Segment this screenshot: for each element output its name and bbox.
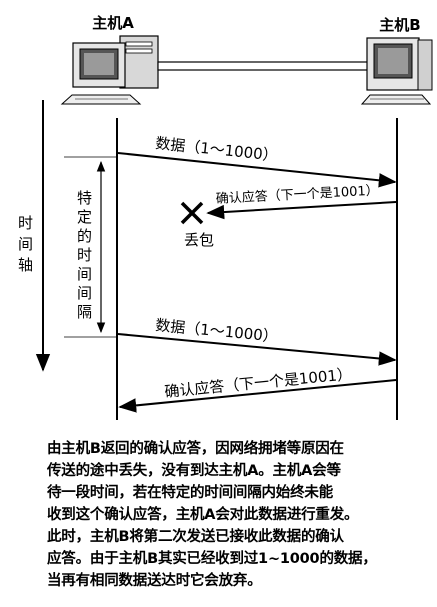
interval-label: 特 定 的 时 间 间 隔 [77,189,92,321]
svg-text:定: 定 [77,208,92,226]
svg-text:间: 间 [18,235,33,253]
host-a-label: 主机A [92,14,134,32]
caption-line: 传送的途中丢失，没有到达主机A。主机A会等 [47,463,341,479]
svg-text:的: 的 [77,227,92,245]
data-label-2: 数据（1～1000） [155,316,279,346]
caption-line: 待一段时间，若在特定的时间间隔内始终未能 [47,485,333,501]
host-b-computer-icon [360,37,433,105]
caption-line: 当再有相同数据送达时它会放弃。 [47,573,262,589]
packet-lost-label: 丢包 [184,231,214,249]
host-b-label: 主机B [379,16,420,34]
svg-text:特: 特 [77,189,92,207]
host-a-computer-icon [60,35,159,105]
svg-text:时: 时 [18,214,33,232]
caption-text: 由主机B返回的确认应答，因网络拥堵等原因在 传送的途中丢失，没有到达主机A。主机… [47,438,425,592]
data-label-1: 数据（1～1000） [155,134,279,165]
svg-text:时: 时 [77,246,92,264]
network-cable [157,61,369,71]
packet-lost-x-icon [180,201,204,225]
time-axis-label: 时 间 轴 [18,214,33,274]
svg-text:轴: 轴 [18,256,33,274]
caption-line: 应答。由于主机B其实已经收到过1~1000的数据， [47,551,377,567]
svg-text:隔: 隔 [77,303,92,321]
caption-line: 此时，主机B将第二次发送已接收此数据的确认 [47,529,344,545]
svg-text:间: 间 [77,265,92,283]
ack-label-2: 确认应答（下一个是1001） [164,365,353,401]
svg-text:间: 间 [77,284,92,302]
caption-line: 由主机B返回的确认应答，因网络拥堵等原因在 [47,441,344,457]
caption-line: 收到这个确认应答，主机A会对此数据进行重发。 [47,507,359,523]
ack-label-lost: 确认应答（下一个是1001） [215,182,379,207]
